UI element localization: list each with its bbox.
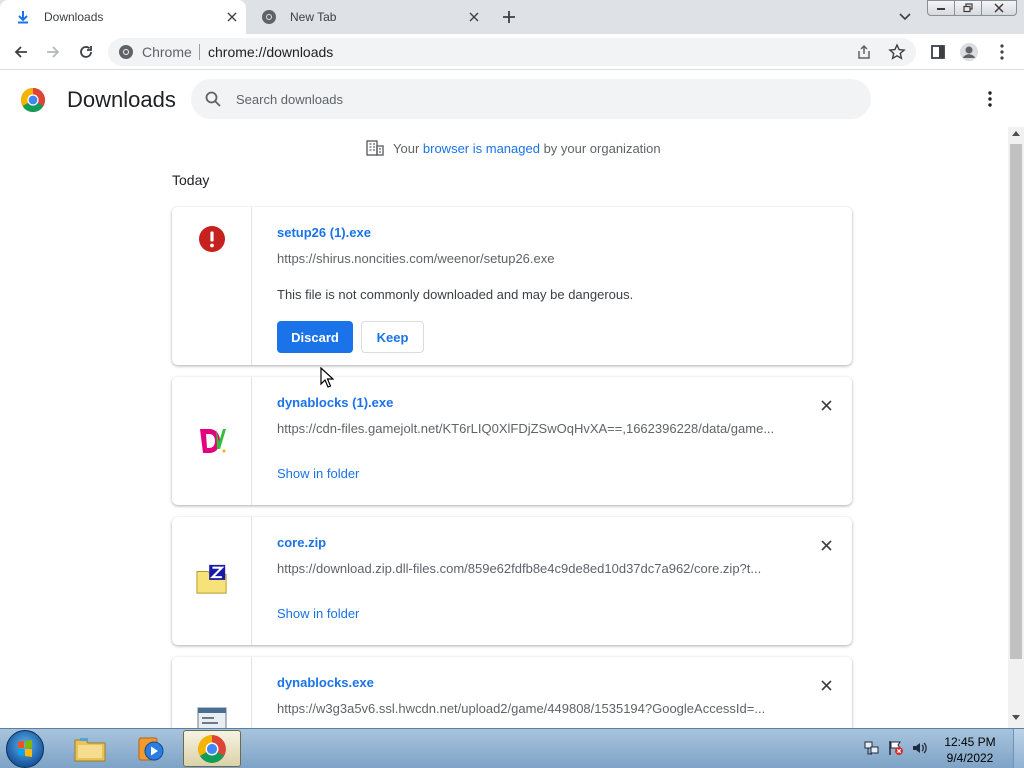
chrome-logo-icon bbox=[20, 87, 46, 113]
remove-item-close-icon[interactable] bbox=[816, 535, 836, 555]
system-tray bbox=[864, 740, 928, 756]
download-icon bbox=[14, 8, 32, 26]
remove-item-close-icon[interactable] bbox=[816, 675, 836, 695]
managed-notice: Your browser is managed by your organiza… bbox=[366, 140, 661, 156]
tab-downloads[interactable]: Downloads bbox=[0, 0, 246, 34]
vertical-scrollbar[interactable] bbox=[1008, 127, 1024, 728]
danger-warning-text: This file is not commonly downloaded and… bbox=[277, 287, 634, 302]
action-center-flag-icon[interactable] bbox=[888, 740, 904, 756]
search-box[interactable] bbox=[191, 79, 871, 119]
reload-button[interactable] bbox=[76, 42, 96, 62]
page-title: Downloads bbox=[67, 87, 176, 112]
taskbar-chrome-button[interactable] bbox=[183, 730, 241, 767]
url-text[interactable]: chrome://downloads bbox=[208, 44, 333, 60]
profile-avatar[interactable] bbox=[959, 42, 979, 62]
taskbar-clock[interactable]: 12:45 PM 9/4/2022 bbox=[940, 734, 1000, 766]
tab-title: Downloads bbox=[44, 10, 104, 24]
downloads-menu-kebab-icon[interactable] bbox=[980, 89, 1000, 109]
mouse-cursor-icon bbox=[320, 366, 335, 389]
show-desktop-button[interactable] bbox=[1013, 729, 1024, 768]
file-url[interactable]: https://w3g3a5v6.ssl.hwcdn.net/upload2/g… bbox=[277, 701, 777, 716]
exe-file-icon bbox=[196, 705, 228, 728]
side-panel-icon[interactable] bbox=[928, 42, 948, 62]
forward-button[interactable] bbox=[43, 42, 63, 62]
search-icon bbox=[204, 90, 222, 108]
clock-date: 9/4/2022 bbox=[946, 751, 994, 765]
discard-button[interactable]: Discard bbox=[277, 321, 353, 353]
dynablocks-icon bbox=[196, 425, 228, 457]
chrome-icon bbox=[260, 8, 278, 26]
start-button[interactable] bbox=[6, 730, 44, 768]
icon-column bbox=[172, 207, 252, 365]
media-player-icon bbox=[138, 737, 164, 760]
clock-time: 12:45 PM bbox=[944, 735, 996, 749]
file-url[interactable]: https://download.zip.dll-files.com/859e6… bbox=[277, 561, 777, 576]
downloads-list: Your browser is managed by your organiza… bbox=[0, 127, 1008, 728]
icon-column bbox=[172, 517, 252, 645]
download-item: core.zip https://download.zip.dll-files.… bbox=[172, 517, 852, 645]
scrollbar-thumb[interactable] bbox=[1010, 144, 1022, 659]
volume-icon[interactable] bbox=[912, 740, 928, 756]
tab-strip: Downloads New Tab bbox=[0, 0, 1024, 34]
section-title-today: Today bbox=[172, 172, 210, 188]
share-icon[interactable] bbox=[856, 44, 872, 60]
icon-column bbox=[172, 377, 252, 505]
keep-button[interactable]: Keep bbox=[361, 321, 424, 353]
close-icon[interactable] bbox=[224, 9, 240, 25]
folder-icon bbox=[74, 737, 106, 761]
show-in-folder-link[interactable]: Show in folder bbox=[277, 466, 359, 481]
downloads-header: Downloads bbox=[0, 71, 1024, 127]
network-icon[interactable] bbox=[864, 740, 880, 756]
menu-kebab-icon[interactable] bbox=[992, 42, 1012, 62]
show-in-folder-link[interactable]: Show in folder bbox=[277, 606, 359, 621]
tab-title: New Tab bbox=[290, 10, 337, 24]
window-close-button[interactable] bbox=[981, 0, 1017, 16]
file-name-link[interactable]: dynablocks.exe bbox=[277, 675, 374, 690]
tab-new-tab[interactable]: New Tab bbox=[246, 0, 488, 34]
address-bar[interactable]: Chrome chrome://downloads bbox=[108, 38, 916, 66]
restore-button[interactable] bbox=[954, 0, 982, 16]
search-input[interactable] bbox=[236, 89, 836, 109]
windows-taskbar: 12:45 PM 9/4/2022 bbox=[0, 728, 1024, 768]
taskbar-explorer-button[interactable] bbox=[61, 730, 119, 767]
bookmark-star-icon[interactable] bbox=[888, 43, 906, 61]
taskbar-media-player-button[interactable] bbox=[122, 730, 180, 767]
managed-suffix: by your organization bbox=[539, 140, 661, 156]
download-item-dangerous: setup26 (1).exe https://shirus.noncities… bbox=[172, 207, 852, 365]
separator bbox=[199, 44, 200, 60]
remove-item-close-icon[interactable] bbox=[816, 395, 836, 415]
managed-link[interactable]: browser is managed bbox=[423, 141, 540, 156]
minimize-button[interactable] bbox=[927, 0, 955, 16]
chrome-icon bbox=[118, 44, 134, 60]
file-name-link[interactable]: dynablocks (1).exe bbox=[277, 395, 393, 410]
download-item: dynablocks.exe https://w3g3a5v6.ssl.hwcd… bbox=[172, 657, 852, 728]
managed-prefix: Your bbox=[393, 140, 423, 156]
scroll-up-arrow-icon[interactable] bbox=[1012, 131, 1020, 136]
chevron-down-icon[interactable] bbox=[896, 8, 914, 26]
file-url[interactable]: https://cdn-files.gamejolt.net/KT6rLIQ0X… bbox=[277, 421, 777, 436]
back-button[interactable] bbox=[11, 42, 31, 62]
file-name-link[interactable]: setup26 (1).exe bbox=[277, 225, 371, 240]
danger-icon bbox=[196, 223, 228, 255]
download-item: dynablocks (1).exe https://cdn-files.gam… bbox=[172, 377, 852, 505]
site-chip: Chrome bbox=[142, 44, 192, 60]
building-icon bbox=[366, 140, 384, 156]
zip-folder-icon bbox=[196, 563, 228, 595]
file-url[interactable]: https://shirus.noncities.com/weenor/setu… bbox=[277, 251, 777, 266]
icon-column bbox=[172, 657, 252, 728]
toolbar: Chrome chrome://downloads bbox=[0, 34, 1024, 70]
new-tab-button[interactable] bbox=[498, 6, 520, 28]
file-name-link[interactable]: core.zip bbox=[277, 535, 326, 550]
chrome-icon bbox=[198, 734, 226, 763]
close-icon[interactable] bbox=[466, 9, 482, 25]
scroll-down-arrow-icon[interactable] bbox=[1012, 715, 1020, 720]
